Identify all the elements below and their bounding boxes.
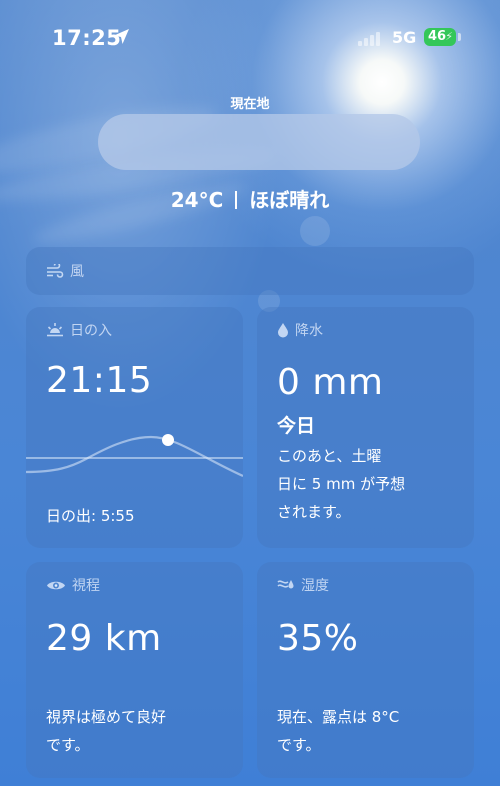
- weather-summary: 24°C ほぼ晴れ: [0, 184, 500, 213]
- battery-level: 46: [428, 29, 447, 44]
- eye-icon: [47, 581, 65, 589]
- sun-path-graph: [26, 434, 243, 478]
- sunset-time: 21:15: [46, 360, 153, 401]
- humidity-card-header: 湿度: [277, 575, 329, 595]
- wind-card-header: 風: [46, 261, 84, 281]
- visibility-card-header: 視程: [46, 575, 100, 595]
- cellular-signal-icon: [358, 30, 382, 46]
- wind-card-title: 風: [70, 264, 84, 280]
- current-temperature: 24°C: [170, 188, 224, 212]
- visibility-card-title: 視程: [72, 578, 100, 594]
- sun-position-marker: [162, 434, 174, 446]
- precip-forecast-line-3: されます。: [277, 503, 351, 521]
- humidity-icon: [277, 579, 294, 588]
- location-arrow-icon: [114, 29, 129, 44]
- charging-bolt-icon: ⚡: [445, 30, 453, 43]
- humidity-card[interactable]: 湿度 35% 現在、露点は 8°C です。: [257, 562, 474, 778]
- precip-period: 今日: [277, 415, 316, 437]
- sunset-card-title: 日の入: [70, 323, 112, 339]
- precip-forecast-line-1: このあと、土曜: [277, 447, 382, 465]
- sunset-card-header: 日の入: [46, 320, 112, 340]
- location-name-redacted: [98, 114, 420, 170]
- precip-card-header: 降水: [277, 320, 323, 340]
- battery-cap: [458, 33, 461, 41]
- precip-forecast-line-2: 日に 5 mm が予想: [277, 475, 406, 493]
- wind-card[interactable]: 風: [26, 247, 474, 295]
- raindrop-icon: [278, 323, 288, 338]
- visibility-distance: 29 km: [46, 618, 162, 659]
- network-type: 5G: [392, 28, 417, 47]
- precip-amount: 0 mm: [277, 362, 384, 403]
- status-time: 17:25: [52, 26, 122, 50]
- humidity-value: 35%: [277, 618, 359, 659]
- sunset-icon: [47, 323, 63, 337]
- humidity-card-title: 湿度: [301, 578, 329, 594]
- summary-separator: [235, 191, 238, 209]
- battery-indicator: 46 ⚡: [424, 28, 456, 46]
- visibility-desc-line-1: 視界は極めて良好: [46, 708, 167, 726]
- sunset-card[interactable]: 日の入 21:15 日の出: 5:55: [26, 307, 243, 548]
- dew-point-line-1: 現在、露点は 8°C: [277, 708, 400, 726]
- precipitation-card[interactable]: 降水 0 mm 今日 このあと、土曜 日に 5 mm が予想 されます。: [257, 307, 474, 548]
- visibility-card[interactable]: 視程 29 km 視界は極めて良好 です。: [26, 562, 243, 778]
- sunrise-time: 日の出: 5:55: [46, 507, 135, 525]
- current-condition: ほぼ晴れ: [249, 188, 330, 212]
- precip-card-title: 降水: [295, 323, 323, 339]
- dew-point-line-2: です。: [277, 736, 321, 754]
- visibility-desc-line-2: です。: [46, 736, 90, 754]
- current-location-label: 現在地: [230, 97, 270, 112]
- status-bar: 17:25 5G 46 ⚡: [0, 0, 500, 70]
- wind-icon: [47, 264, 64, 278]
